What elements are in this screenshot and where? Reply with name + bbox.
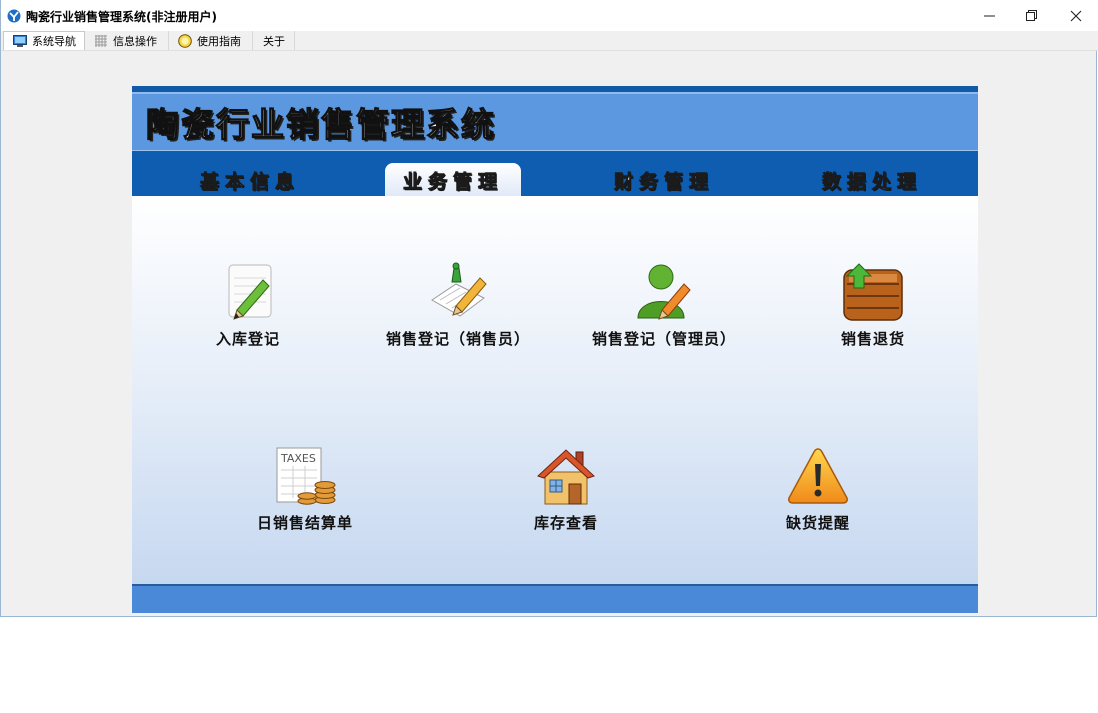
crate-arrow-icon xyxy=(843,263,903,321)
house-icon xyxy=(537,449,595,505)
nav-tab-business[interactable]: 业务管理 xyxy=(385,163,521,197)
close-button[interactable] xyxy=(1053,0,1098,31)
feature-area: 入库登记 销售登记（销售员） 销售登记（管理员） 销售退货 TAXES 日销售结… xyxy=(132,196,978,584)
help-globe-icon xyxy=(178,33,192,48)
banner-divider xyxy=(132,92,978,94)
restore-icon xyxy=(1026,10,1037,21)
menu-tab-info-ops[interactable]: 信息操作 xyxy=(85,31,169,50)
feature-stock-in[interactable]: 入库登记 xyxy=(198,262,298,349)
menu-tab-user-guide[interactable]: 使用指南 xyxy=(169,31,253,50)
monitor-icon xyxy=(13,35,27,47)
restore-button[interactable] xyxy=(1009,0,1054,31)
main-panel: 陶瓷行业销售管理系统 基本信息 业务管理 财务管理 数据处理 入库登记 销售登记… xyxy=(132,86,978,613)
close-icon xyxy=(1070,10,1081,21)
title-bar: 陶瓷行业销售管理系统(非注册用户) xyxy=(1,0,1098,31)
app-logo-icon xyxy=(7,9,21,23)
menu-tab-label: 使用指南 xyxy=(197,34,241,48)
nav-tab-basic-info[interactable]: 基本信息 xyxy=(190,163,310,197)
window-title: 陶瓷行业销售管理系统(非注册用户) xyxy=(26,10,217,24)
feature-label: 销售退货 xyxy=(840,330,905,348)
feature-stockout-alert[interactable]: 缺货提醒 xyxy=(768,446,868,533)
menu-tab-label: 系统导航 xyxy=(32,35,76,48)
feature-label: 销售登记（销售员） xyxy=(385,330,530,348)
svg-text:TAXES: TAXES xyxy=(280,452,316,465)
grid-icon xyxy=(95,34,107,47)
feature-label: 销售登记（管理员） xyxy=(591,330,736,348)
feature-label: 缺货提醒 xyxy=(785,514,850,532)
menu-tab-label: 信息操作 xyxy=(113,34,157,48)
footer-bar xyxy=(132,584,978,613)
feature-inventory-view[interactable]: 库存查看 xyxy=(516,446,616,533)
minimize-button[interactable] xyxy=(967,0,1012,31)
user-pencil-icon xyxy=(637,264,691,320)
app-heading: 陶瓷行业销售管理系统 xyxy=(145,104,496,144)
feature-sales-return[interactable]: 销售退货 xyxy=(823,262,923,349)
menu-tab-about[interactable]: 关于 xyxy=(253,31,295,50)
nav-tab-data[interactable]: 数据处理 xyxy=(814,163,930,197)
minimize-icon xyxy=(984,15,995,17)
nav-tab-finance[interactable]: 财务管理 xyxy=(606,163,722,197)
menu-tab-system-nav[interactable]: 系统导航 xyxy=(3,31,85,50)
taxes-coins-icon: TAXES xyxy=(276,447,336,505)
notepad-pencil-icon xyxy=(228,264,272,320)
feature-label: 入库登记 xyxy=(215,330,280,348)
menu-tab-label: 关于 xyxy=(263,34,285,48)
app-window: 陶瓷行业销售管理系统(非注册用户) 系统导航 信息操作 使用指南 关于 陶瓷行业… xyxy=(0,0,1098,617)
checklist-pencil-icon xyxy=(431,262,487,317)
feature-label: 库存查看 xyxy=(533,514,598,532)
warning-icon xyxy=(788,448,848,504)
menu-bar: 系统导航 信息操作 使用指南 关于 xyxy=(1,31,1098,51)
feature-sales-reg-admin[interactable]: 销售登记（管理员） xyxy=(584,262,744,349)
feature-daily-settlement[interactable]: TAXES 日销售结算单 xyxy=(240,446,370,533)
feature-label: 日销售结算单 xyxy=(256,514,353,532)
feature-sales-reg-salesperson[interactable]: 销售登记（销售员） xyxy=(378,262,538,349)
nav-tab-bar: 基本信息 业务管理 财务管理 数据处理 xyxy=(132,150,978,197)
